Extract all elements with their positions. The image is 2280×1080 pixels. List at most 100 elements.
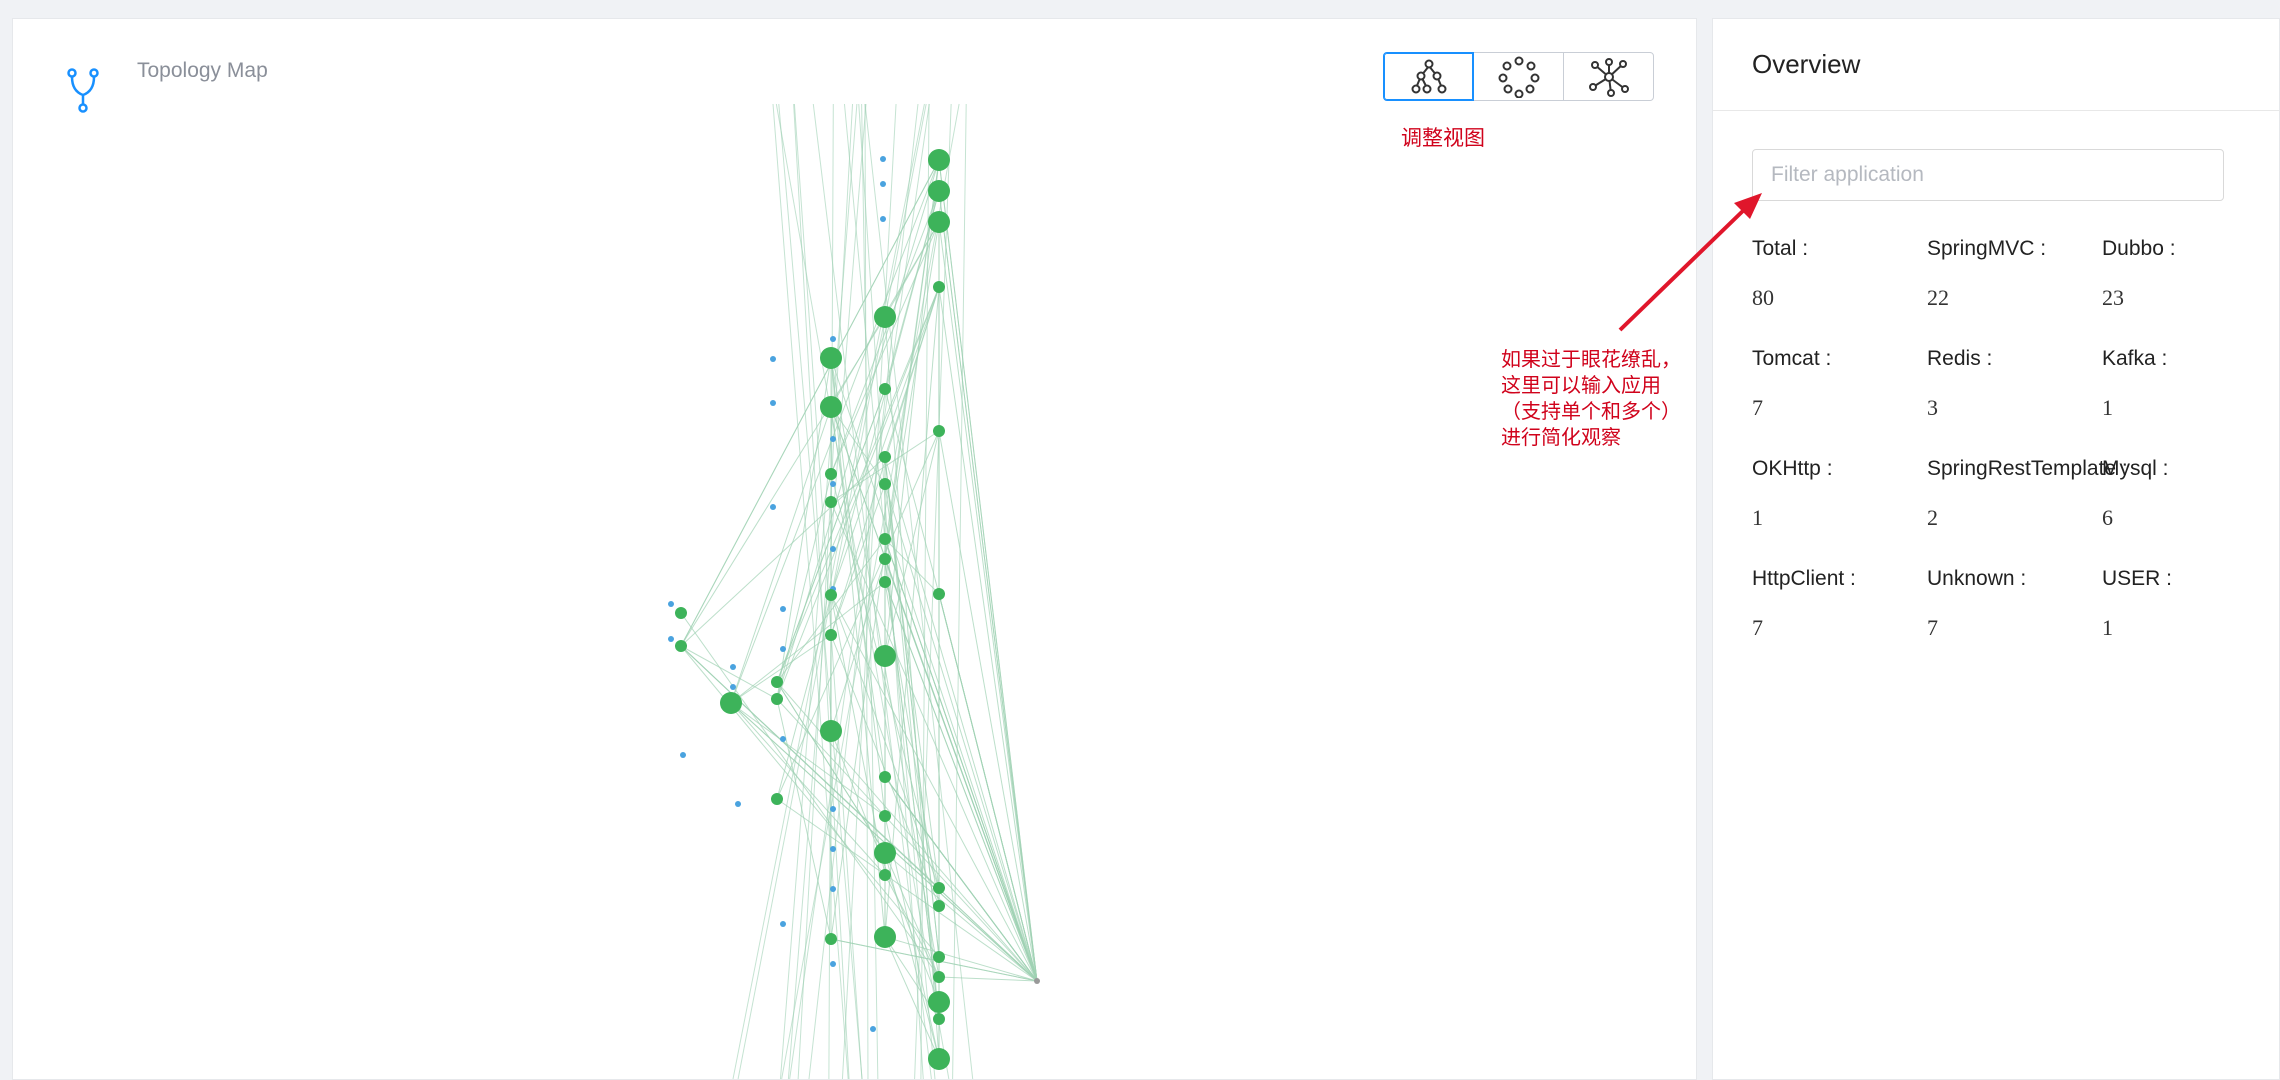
- graph-edge: [884, 538, 1038, 982]
- tree-layout-icon: [1411, 59, 1446, 93]
- graph-app-node[interactable]: [928, 991, 950, 1013]
- graph-db-node[interactable]: [830, 846, 836, 852]
- graph-db-node[interactable]: [830, 961, 836, 967]
- graph-app-node[interactable]: [933, 281, 945, 293]
- graph-db-node[interactable]: [830, 336, 836, 342]
- graph-app-node[interactable]: [879, 478, 891, 490]
- stat-okhttp: OKHttp :1: [1752, 457, 1833, 530]
- graph-app-node[interactable]: [933, 900, 945, 912]
- graph-edge: [830, 221, 940, 475]
- graph-edge: [680, 456, 886, 647]
- graph-app-node[interactable]: [820, 347, 842, 369]
- stat-dubbo: Dubbo :23: [2102, 237, 2176, 310]
- graph-app-node[interactable]: [771, 676, 783, 688]
- graph-app-node[interactable]: [933, 425, 945, 437]
- graph-app-node[interactable]: [879, 451, 891, 463]
- graph-app-node[interactable]: [771, 693, 783, 705]
- graph-db-node[interactable]: [830, 546, 836, 552]
- graph-db-node[interactable]: [780, 606, 786, 612]
- graph-db-node[interactable]: [830, 806, 836, 812]
- graph-db-node[interactable]: [830, 436, 836, 442]
- graph-app-node[interactable]: [825, 496, 837, 508]
- graph-app-node[interactable]: [675, 607, 687, 619]
- graph-app-node[interactable]: [928, 180, 950, 202]
- graph-app-node[interactable]: [879, 869, 891, 881]
- graph-hub-node[interactable]: [1034, 978, 1040, 984]
- graph-app-node[interactable]: [879, 553, 891, 565]
- graph-edge: [938, 430, 1038, 982]
- graph-app-node[interactable]: [874, 842, 896, 864]
- graph-app-node[interactable]: [928, 149, 950, 171]
- graph-db-node[interactable]: [730, 684, 736, 690]
- graph-app-node[interactable]: [933, 882, 945, 894]
- stat-total: Total :80: [1752, 237, 1809, 310]
- topology-graph[interactable]: [13, 19, 1697, 1080]
- stat-kafka: Kafka :1: [2102, 347, 2168, 420]
- graph-app-node[interactable]: [933, 971, 945, 983]
- circle-layout-icon: [1498, 56, 1539, 98]
- graph-app-node[interactable]: [879, 533, 891, 545]
- graph-db-node[interactable]: [668, 601, 674, 607]
- graph-db-node[interactable]: [880, 216, 886, 222]
- graph-app-node[interactable]: [825, 629, 837, 641]
- graph-db-node[interactable]: [830, 886, 836, 892]
- graph-app-node[interactable]: [820, 396, 842, 418]
- stat-httpclient: HttpClient :7: [1752, 567, 1856, 640]
- stat-springmvc: SpringMVC :22: [1927, 237, 2047, 310]
- graph-app-node[interactable]: [771, 793, 783, 805]
- graph-edge: [938, 286, 1038, 982]
- graph-db-node[interactable]: [668, 636, 674, 642]
- graph-app-node[interactable]: [933, 588, 945, 600]
- force-view-button[interactable]: [1563, 52, 1654, 101]
- tree-view-button[interactable]: [1383, 52, 1474, 101]
- graph-edge: [680, 159, 940, 647]
- graph-edge: [938, 190, 1038, 982]
- graph-db-node[interactable]: [780, 921, 786, 927]
- filter-application-input[interactable]: [1752, 149, 2224, 201]
- graph-app-node[interactable]: [928, 1048, 950, 1070]
- graph-db-node[interactable]: [680, 752, 686, 758]
- graph-app-node[interactable]: [874, 306, 896, 328]
- page-title: Topology Map: [137, 59, 268, 82]
- graph-edge: [938, 159, 1038, 982]
- stat-tomcat: Tomcat :7: [1752, 347, 1832, 420]
- graph-db-node[interactable]: [730, 664, 736, 670]
- graph-db-node[interactable]: [780, 736, 786, 742]
- graph-db-node[interactable]: [735, 801, 741, 807]
- graph-app-node[interactable]: [879, 810, 891, 822]
- graph-edge: [778, 103, 863, 1079]
- graph-app-node[interactable]: [820, 720, 842, 742]
- graph-app-node[interactable]: [874, 926, 896, 948]
- graph-app-node[interactable]: [825, 468, 837, 480]
- graph-db-node[interactable]: [780, 646, 786, 652]
- graph-db-node[interactable]: [770, 504, 776, 510]
- graph-app-node[interactable]: [675, 640, 687, 652]
- graph-app-node[interactable]: [933, 1013, 945, 1025]
- topology-panel: Topology Map: [12, 18, 1697, 1080]
- graph-edge: [864, 103, 869, 1079]
- graph-db-node[interactable]: [770, 356, 776, 362]
- view-annotation: 调整视图: [1401, 126, 1485, 150]
- graph-app-node[interactable]: [879, 771, 891, 783]
- circle-view-button[interactable]: [1473, 52, 1564, 101]
- graph-app-node[interactable]: [933, 951, 945, 963]
- graph-db-node[interactable]: [830, 481, 836, 487]
- graph-db-node[interactable]: [870, 1026, 876, 1032]
- filter-annotation: 如果过于眼花缭乱， 这里可以输入应用 （支持单个和多个） 进行简化观察: [1501, 347, 1681, 449]
- graph-app-node[interactable]: [879, 576, 891, 588]
- graph-db-node[interactable]: [880, 156, 886, 162]
- force-layout-icon: [1588, 57, 1629, 97]
- graph-db-node[interactable]: [880, 181, 886, 187]
- stat-unknown: Unknown :7: [1927, 567, 2027, 640]
- overview-title: Overview: [1713, 19, 2279, 111]
- stat-springresttemplate: SpringRestTemplate :2: [1927, 457, 2128, 530]
- graph-db-node[interactable]: [770, 400, 776, 406]
- graph-app-node[interactable]: [825, 589, 837, 601]
- graph-app-node[interactable]: [879, 383, 891, 395]
- stat-mysql: Mysql :6: [2102, 457, 2169, 530]
- graph-app-node[interactable]: [720, 692, 742, 714]
- graph-app-node[interactable]: [874, 645, 896, 667]
- graph-app-node[interactable]: [825, 933, 837, 945]
- graph-app-node[interactable]: [928, 211, 950, 233]
- graph-edge: [884, 874, 940, 978]
